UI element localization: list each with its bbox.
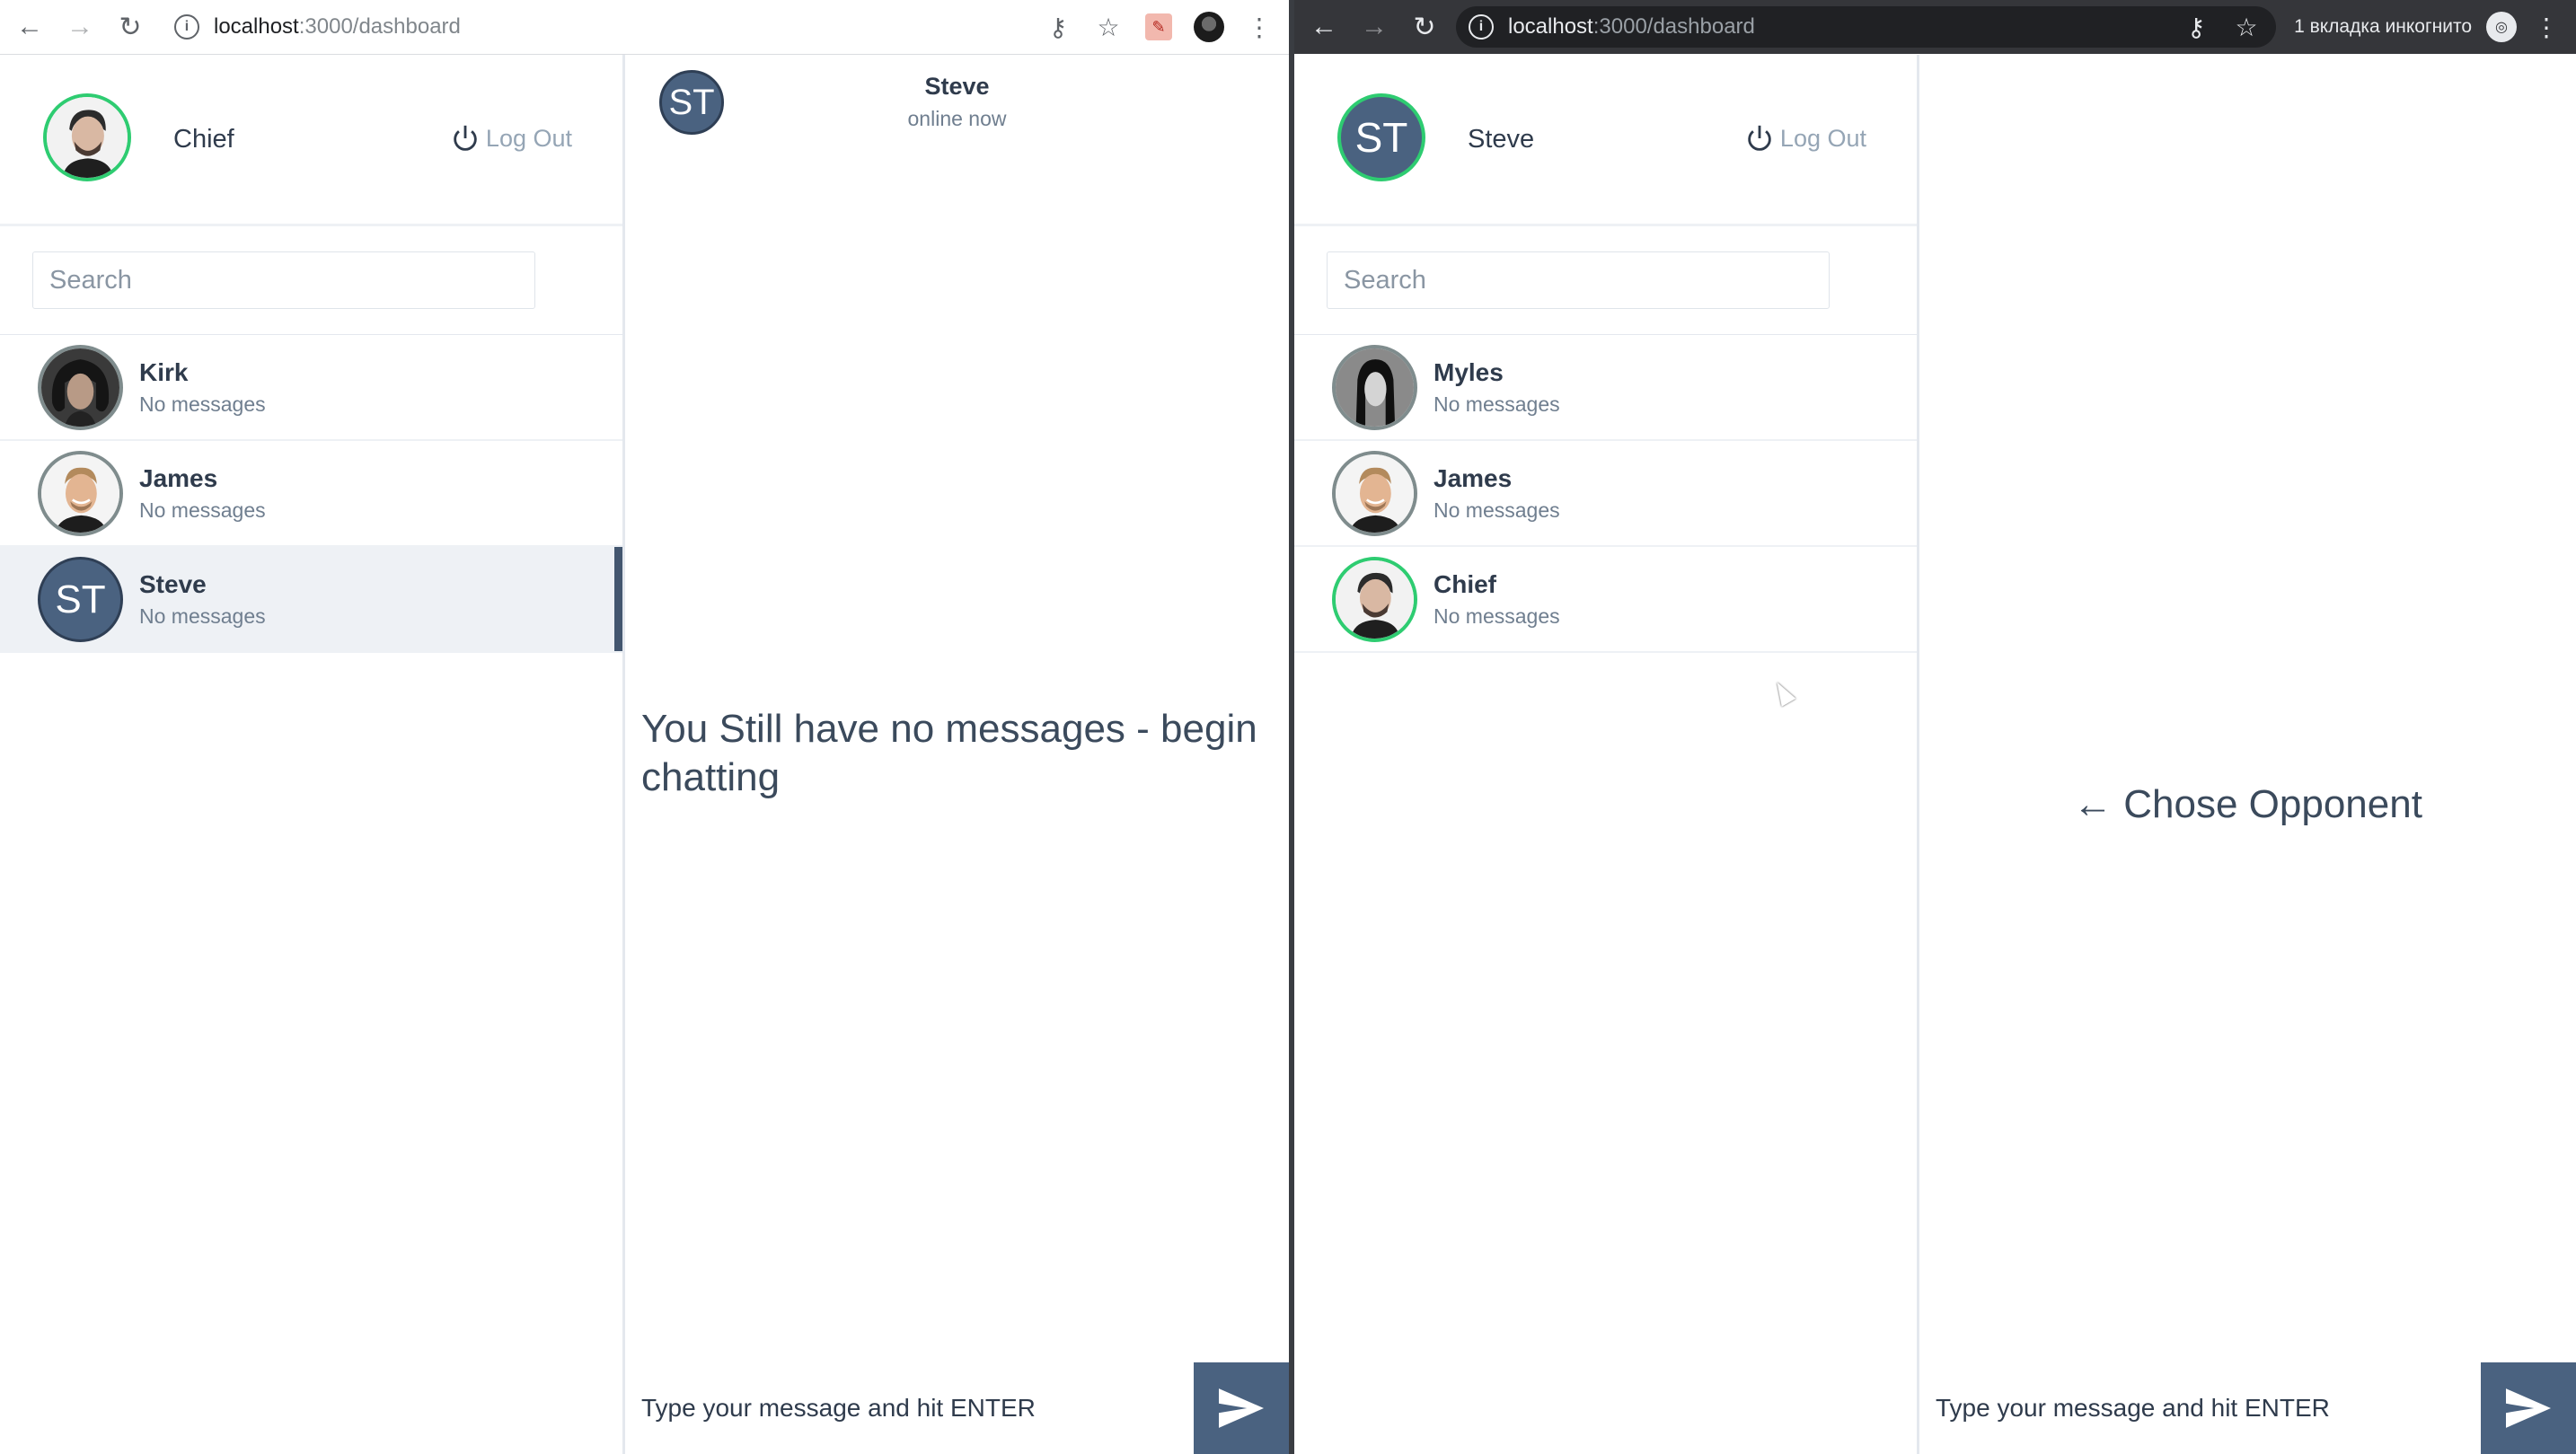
power-icon bbox=[1748, 125, 1771, 151]
contact-item-steve[interactable]: ST Steve No messages bbox=[0, 547, 622, 653]
reload-icon[interactable]: ↻ bbox=[110, 6, 151, 48]
avatar bbox=[1332, 345, 1417, 430]
profile-name: Chief bbox=[173, 125, 234, 154]
contact-item-myles[interactable]: Myles No messages bbox=[1294, 335, 1917, 441]
address-bar[interactable]: i localhost:3000/dashboard ⚷ ☆ bbox=[1456, 6, 2277, 48]
logout-button[interactable]: Log Out bbox=[1744, 123, 1866, 154]
contact-name: Chief bbox=[1434, 570, 1496, 598]
avatar bbox=[43, 93, 131, 181]
url-text: localhost:3000/dashboard bbox=[1508, 14, 1755, 40]
star-icon[interactable]: ☆ bbox=[2226, 6, 2267, 48]
avatar bbox=[1332, 557, 1417, 642]
logout-button[interactable]: Log Out bbox=[450, 123, 572, 154]
search-input[interactable] bbox=[1327, 251, 1830, 309]
contact-name: Myles bbox=[1434, 358, 1504, 386]
power-icon bbox=[454, 125, 477, 151]
contact-status: No messages bbox=[139, 392, 266, 416]
send-icon bbox=[2506, 1388, 2551, 1428]
forward-icon[interactable]: → bbox=[59, 6, 101, 48]
url-host: localhost bbox=[214, 14, 299, 39]
chat-app: ST Steve Log Out Myles No messages bbox=[1294, 55, 2576, 1454]
send-button[interactable] bbox=[1194, 1362, 1289, 1454]
incognito-indicator[interactable]: 1 вкладка инкогнито ◎ bbox=[2294, 12, 2517, 42]
sidebar: ST Steve Log Out Myles No messages bbox=[1294, 55, 1919, 1454]
contact-status: No messages bbox=[139, 604, 266, 628]
contact-status: No messages bbox=[1434, 392, 1560, 416]
profile-name: Steve bbox=[1468, 125, 1535, 154]
back-icon[interactable]: ← bbox=[9, 6, 50, 48]
browser-window-right: ← → ↻ i localhost:3000/dashboard ⚷ ☆ 1 в… bbox=[1294, 0, 2576, 1454]
chat-header: ST Steve online now bbox=[625, 55, 1289, 154]
url-host: localhost bbox=[1508, 14, 1593, 39]
url-path: :3000/dashboard bbox=[1592, 14, 1755, 39]
url-text: localhost:3000/dashboard bbox=[214, 14, 461, 40]
choose-opponent-prompt: ← Chose Opponent bbox=[2073, 782, 2422, 826]
send-button[interactable] bbox=[2481, 1362, 2576, 1454]
logout-label: Log Out bbox=[1779, 124, 1866, 152]
chat-header-name: Steve bbox=[924, 73, 990, 100]
back-icon[interactable]: ← bbox=[1303, 6, 1345, 48]
key-icon[interactable]: ⚷ bbox=[1037, 6, 1079, 48]
contact-name: Steve bbox=[139, 570, 207, 598]
contact-item-kirk[interactable]: Kirk No messages bbox=[0, 335, 622, 441]
avatar bbox=[38, 345, 123, 430]
browser-toolbar: ← → ↻ i localhost:3000/dashboard ⚷ ☆ ✎ ⋮ bbox=[0, 0, 1289, 55]
chat-app: Chief Log Out Kirk No messages bbox=[0, 55, 1289, 1454]
message-input[interactable] bbox=[1919, 1362, 2481, 1454]
contact-name: Kirk bbox=[139, 358, 189, 386]
contact-name: James bbox=[1434, 464, 1513, 492]
forward-icon[interactable]: → bbox=[1354, 6, 1395, 48]
star-icon[interactable]: ☆ bbox=[1088, 6, 1129, 48]
message-composer bbox=[1919, 1362, 2576, 1454]
incognito-label: 1 вкладка инкогнито bbox=[2294, 16, 2472, 37]
contact-item-james[interactable]: James No messages bbox=[1294, 441, 1917, 547]
contact-status: No messages bbox=[1434, 604, 1560, 628]
menu-icon[interactable]: ⋮ bbox=[2526, 6, 2567, 48]
chat-panel: ← Chose Opponent bbox=[1919, 55, 2576, 1454]
pdf-extension-icon[interactable]: ✎ bbox=[1138, 6, 1179, 48]
message-composer bbox=[625, 1362, 1289, 1454]
browser-window-left: ← → ↻ i localhost:3000/dashboard ⚷ ☆ ✎ ⋮… bbox=[0, 0, 1289, 1454]
contact-status: No messages bbox=[1434, 498, 1560, 522]
profile-bar: ST Steve Log Out bbox=[1294, 55, 1917, 226]
search-input[interactable] bbox=[32, 251, 535, 309]
profile-bar: Chief Log Out bbox=[0, 55, 622, 226]
avatar bbox=[38, 451, 123, 536]
sidebar: Chief Log Out Kirk No messages bbox=[0, 55, 625, 1454]
search-wrapper bbox=[1294, 226, 1917, 335]
profile-avatar-icon[interactable] bbox=[1188, 6, 1230, 48]
contact-item-james[interactable]: James No messages bbox=[0, 441, 622, 547]
message-input[interactable] bbox=[625, 1362, 1194, 1454]
url-path: :3000/dashboard bbox=[298, 14, 461, 39]
search-wrapper bbox=[0, 226, 622, 335]
contact-item-chief[interactable]: Chief No messages bbox=[1294, 547, 1917, 653]
chat-panel: ST Steve online now You Still have no me… bbox=[625, 55, 1289, 1454]
contact-status: No messages bbox=[139, 498, 266, 522]
send-icon bbox=[1219, 1388, 1264, 1428]
contact-name: James bbox=[139, 464, 218, 492]
info-icon[interactable]: i bbox=[1469, 14, 1494, 40]
empty-chat-message: You Still have no messages - begin chatt… bbox=[641, 707, 1257, 799]
info-icon[interactable]: i bbox=[174, 14, 199, 40]
incognito-icon: ◎ bbox=[2486, 12, 2517, 42]
menu-icon[interactable]: ⋮ bbox=[1239, 6, 1280, 48]
avatar bbox=[1332, 451, 1417, 536]
chat-header-status: online now bbox=[907, 107, 1007, 130]
browser-toolbar: ← → ↻ i localhost:3000/dashboard ⚷ ☆ 1 в… bbox=[1294, 0, 2576, 54]
avatar: ST bbox=[1337, 93, 1425, 181]
reload-icon[interactable]: ↻ bbox=[1404, 6, 1445, 48]
address-bar[interactable]: i localhost:3000/dashboard bbox=[162, 6, 1037, 48]
avatar: ST bbox=[38, 557, 123, 642]
key-icon[interactable]: ⚷ bbox=[2175, 6, 2217, 48]
logout-label: Log Out bbox=[485, 124, 572, 152]
